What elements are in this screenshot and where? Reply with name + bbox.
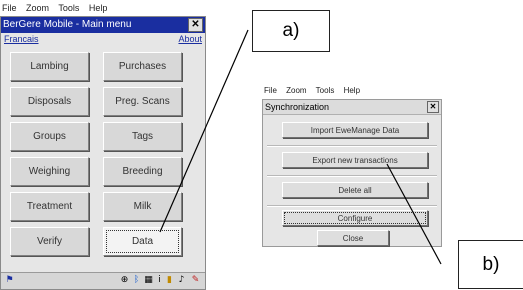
delete-all-button[interactable]: Delete all — [282, 182, 428, 198]
taskbar: ⚑ ⊕ ᛒ ▦ i ▮ ♪ ✎ — [1, 272, 205, 289]
sync-title-bar: Synchronization ✕ — [263, 100, 441, 115]
menu-zoom[interactable]: Zoom — [26, 3, 49, 13]
milk-button[interactable]: Milk — [103, 192, 182, 221]
speaker-icon[interactable]: ♪ — [176, 275, 187, 286]
battery-icon[interactable]: ▮ — [164, 275, 175, 286]
menu-file[interactable]: File — [264, 86, 277, 95]
start-flag-icon[interactable]: ⚑ — [4, 275, 15, 286]
menu-tools[interactable]: Tools — [58, 3, 79, 13]
keyboard-icon[interactable]: ▦ — [143, 275, 154, 286]
disposals-button[interactable]: Disposals — [10, 87, 89, 116]
main-menu-title-bar: BerGere Mobile - Main menu ✕ — [1, 17, 205, 33]
menu-help[interactable]: Help — [89, 3, 108, 13]
close-icon[interactable]: ✕ — [427, 101, 439, 113]
verify-button[interactable]: Verify — [10, 227, 89, 256]
configure-button[interactable]: Configure — [282, 210, 428, 226]
sync-title: Synchronization — [265, 102, 330, 112]
network-icon[interactable]: ⊕ — [119, 275, 130, 286]
divider — [267, 175, 437, 177]
breeding-button[interactable]: Breeding — [103, 157, 182, 186]
weighing-button[interactable]: Weighing — [10, 157, 89, 186]
tags-button[interactable]: Tags — [103, 122, 182, 151]
menu-zoom[interactable]: Zoom — [286, 86, 306, 95]
menu-tools[interactable]: Tools — [316, 86, 335, 95]
import-ewemanage-button[interactable]: Import EweManage Data — [282, 122, 428, 138]
synchronization-window: Synchronization ✕ Import EweManage Data … — [262, 99, 442, 247]
treatment-button[interactable]: Treatment — [10, 192, 89, 221]
menu-file[interactable]: File — [2, 3, 17, 13]
main-menubar: File Zoom Tools Help — [2, 1, 208, 15]
main-menu-title: BerGere Mobile - Main menu — [3, 19, 132, 30]
callout-a-label: a) — [252, 10, 330, 52]
lambing-button[interactable]: Lambing — [10, 52, 89, 81]
divider — [267, 145, 437, 147]
main-menu-window: BerGere Mobile - Main menu ✕ Francais Ab… — [0, 16, 206, 290]
sync-menubar: File Zoom Tools Help — [264, 84, 444, 98]
groups-button[interactable]: Groups — [10, 122, 89, 151]
link-row: Francais About — [1, 34, 205, 46]
close-icon[interactable]: ✕ — [188, 18, 203, 32]
export-transactions-button[interactable]: Export new transactions — [282, 152, 428, 168]
about-link[interactable]: About — [178, 34, 202, 44]
callout-b-label: b) — [458, 240, 523, 289]
preg-scans-button[interactable]: Preg. Scans — [103, 87, 182, 116]
divider — [267, 205, 437, 207]
purchases-button[interactable]: Purchases — [103, 52, 182, 81]
bluetooth-icon[interactable]: ᛒ — [131, 275, 142, 286]
close-button[interactable]: Close — [317, 230, 389, 246]
data-button[interactable]: Data — [103, 227, 182, 256]
pen-icon[interactable]: ✎ — [190, 275, 201, 286]
menu-help[interactable]: Help — [344, 86, 360, 95]
francais-link[interactable]: Francais — [4, 34, 39, 44]
